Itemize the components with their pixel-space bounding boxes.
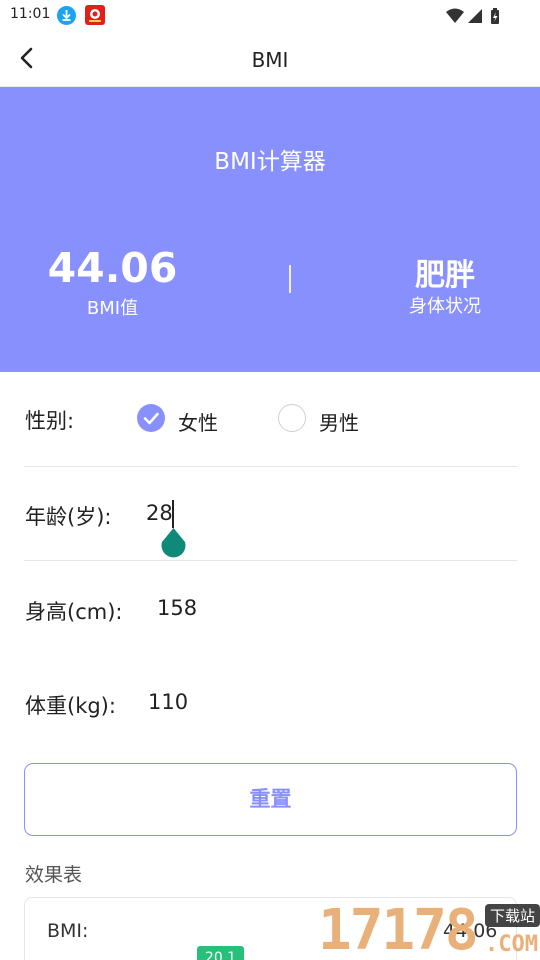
scale-badge: 20.1 [197,946,244,960]
signal-icon [468,9,482,23]
weight-label: 体重(kg): [25,694,116,718]
status-bar: 11:01 [0,0,540,30]
results-section-title: 效果表 [25,864,83,886]
result-bmi-label: BMI: [47,920,89,942]
check-icon [143,412,159,425]
body-status-label: 身体状况 [409,296,481,317]
status-icons [446,7,506,29]
age-input[interactable]: 28 [146,501,173,525]
page-title: BMI [251,48,289,72]
male-radio[interactable] [278,404,306,432]
text-cursor [172,500,174,528]
bmi-value-label: BMI值 [86,298,139,319]
download-notification-icon [57,6,76,25]
banner-title: BMI计算器 [214,149,326,175]
male-option-label[interactable]: 男性 [319,407,359,436]
body-status-value: 肥胖 [415,258,475,293]
female-radio[interactable] [137,404,165,432]
app-bar: BMI [0,30,540,87]
gender-label: 性别: [25,409,75,433]
watermark-tag: 下载站 [484,904,540,927]
height-input[interactable]: 158 [157,596,197,620]
watermark-suffix: .COM [485,932,538,957]
reset-button[interactable]: 重置 [24,763,517,836]
female-option-label[interactable]: 女性 [178,407,218,436]
height-label: 身高(cm): [25,600,123,624]
watermark-number: 17178 [318,898,479,960]
age-label: 年龄(岁): [25,505,112,529]
bmi-value: 44.06 [47,244,178,292]
bmi-summary-banner: BMI计算器 44.06 BMI值 肥胖 身体状况 [0,87,540,372]
wifi-icon [446,8,464,23]
weight-input[interactable]: 110 [148,690,188,714]
status-time: 11:01 [10,6,51,22]
divider [24,560,517,561]
app-notification-icon [85,5,105,25]
divider [24,466,517,467]
site-watermark: 17178 下载站 .COM [318,898,540,960]
battery-icon [491,8,499,24]
cursor-handle[interactable] [160,527,187,559]
banner-divider [289,265,291,293]
